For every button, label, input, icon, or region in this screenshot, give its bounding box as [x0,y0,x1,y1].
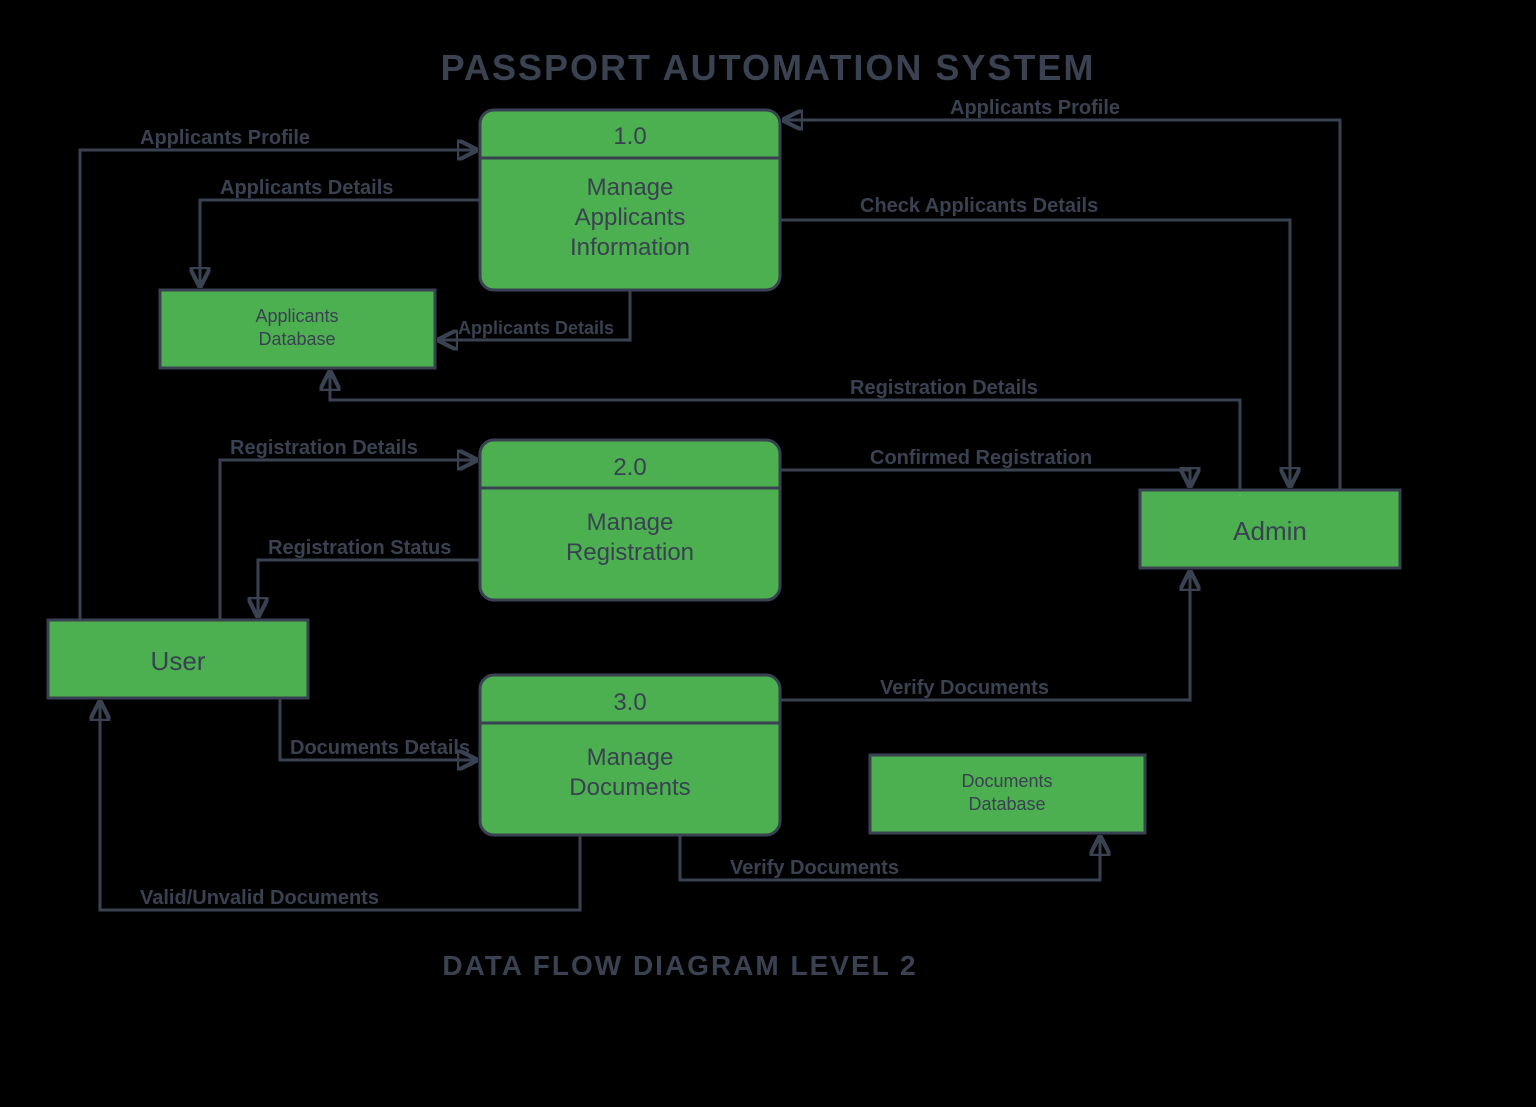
process-1-label3: Information [570,234,690,261]
flow-admin-to-p1-label: Applicants Profile [950,97,1120,119]
process-2-label1: Manage [587,509,674,536]
flow-user-to-p1-label: Applicants Profile [140,127,310,149]
flow-p1-to-db-left-label: Applicants Details [220,177,393,199]
store-applicants-db-l1: Applicants [255,306,338,326]
process-3-number: 3.0 [613,689,646,716]
entity-user: User [48,620,308,698]
process-3-label2: Documents [569,774,690,801]
process-1-label1: Manage [587,174,674,201]
store-applicants-db: Applicants Database [160,290,435,368]
dfd-diagram: PASSPORT AUTOMATION SYSTEM 1.0 Manage Ap… [0,0,1536,1107]
store-documents-db-l2: Database [968,794,1045,814]
process-2-label2: Registration [566,539,694,566]
flow-p1-to-db-left [200,200,480,286]
entity-user-label: User [151,646,206,676]
entity-admin: Admin [1140,490,1400,568]
flow-p3-to-docdb-label: Verify Documents [730,857,899,879]
process-3-label1: Manage [587,744,674,771]
flow-p3-to-admin-label: Verify Documents [880,677,1049,699]
process-1-number: 1.0 [613,123,646,150]
process-2: 2.0 Manage Registration [480,440,780,600]
flow-p2-to-user [258,560,480,616]
flow-user-to-p3-label: Documents Details [290,737,470,759]
flow-p3-to-user-label: Valid/Unvalid Documents [140,887,379,909]
entity-admin-label: Admin [1233,516,1307,546]
diagram-footer: DATA FLOW DIAGRAM LEVEL 2 [442,950,917,981]
store-applicants-db-l2: Database [258,329,335,349]
flow-p1-to-admin-label: Check Applicants Details [860,195,1098,217]
flow-admin-to-db-label: Registration Details [850,377,1038,399]
flow-p1-to-db-down-label: Applicants Details [458,318,614,338]
flow-admin-to-p1 [784,120,1340,490]
flow-admin-to-db [330,372,1240,490]
flow-p2-to-user-label: Registration Status [268,537,451,559]
process-1-label2: Applicants [575,204,686,231]
flow-user-to-p2-label: Registration Details [230,437,418,459]
store-documents-db-l1: Documents [961,771,1052,791]
process-3: 3.0 Manage Documents [480,675,780,835]
flow-p2-to-admin [780,470,1190,486]
process-1: 1.0 Manage Applicants Information [480,110,780,290]
diagram-title: PASSPORT AUTOMATION SYSTEM [441,47,1096,88]
process-2-number: 2.0 [613,454,646,481]
flow-p2-to-admin-label: Confirmed Registration [870,447,1092,469]
store-documents-db: Documents Database [870,755,1145,833]
